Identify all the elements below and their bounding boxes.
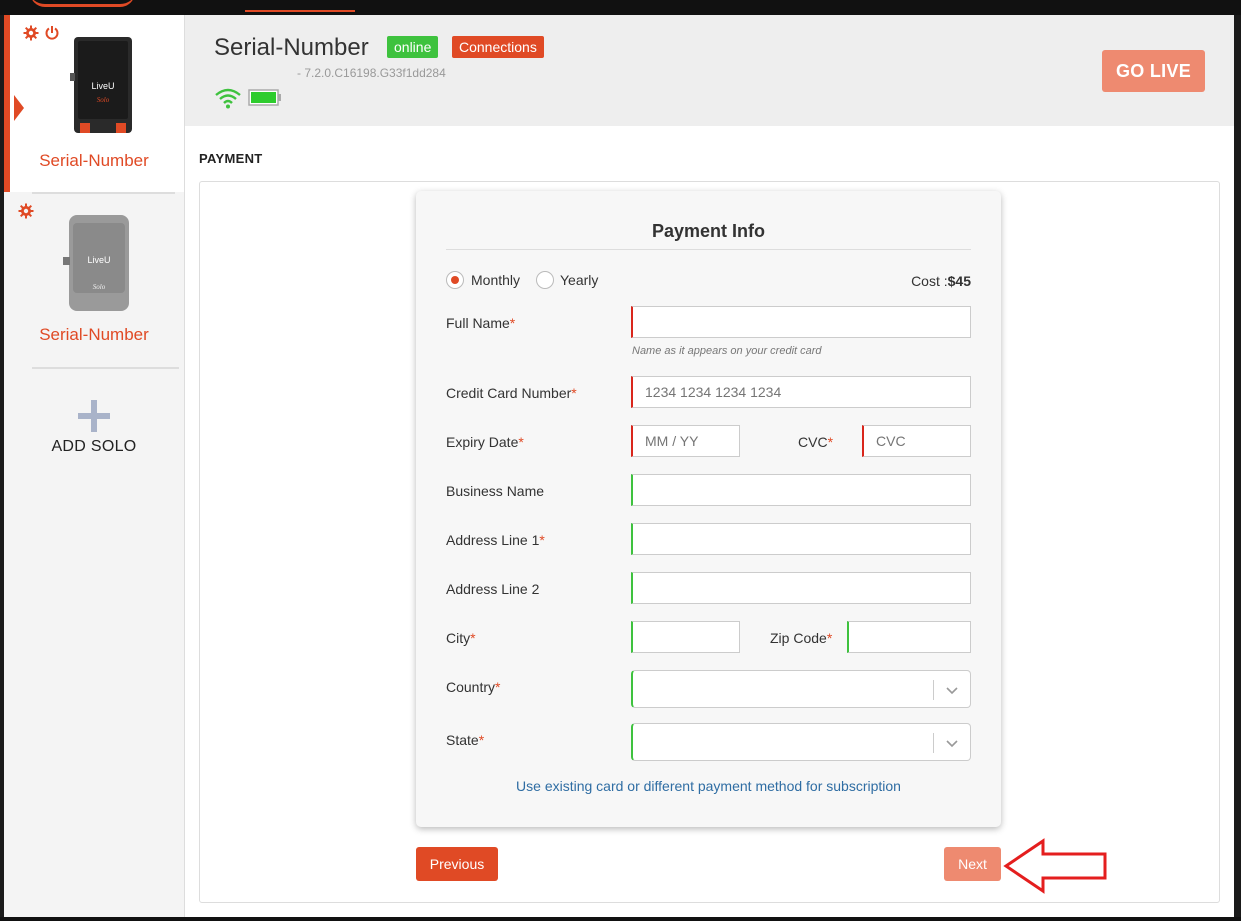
country-label: Country* xyxy=(446,679,501,695)
full-name-label: Full Name* xyxy=(446,315,516,331)
divider xyxy=(933,733,934,753)
device-header: Serial-Number online Connections - 7.2.0… xyxy=(185,15,1234,126)
full-name-hint: Name as it appears on your credit card xyxy=(632,345,822,357)
address-line-1-input[interactable] xyxy=(631,523,971,555)
liveu-solo-device-image: LiveU Solo xyxy=(70,37,132,133)
active-tab-indicator xyxy=(245,10,355,12)
active-indicator-arrow xyxy=(14,95,24,121)
business-name-label: Business Name xyxy=(446,483,545,499)
payment-info-title: Payment Info xyxy=(651,221,766,241)
device-name: Serial-Number xyxy=(214,34,369,61)
city-label: City* xyxy=(446,630,476,646)
wifi-icon xyxy=(215,88,241,109)
cost-label: Cost : xyxy=(911,273,948,289)
monthly-radio[interactable] xyxy=(446,271,464,289)
device-model-text: Solo xyxy=(97,96,110,104)
chevron-down-icon[interactable] xyxy=(944,682,960,698)
payment-info-card: Payment Info Monthly Yearly Cost :$45 Fu… xyxy=(416,191,1001,827)
divider xyxy=(446,249,971,250)
yearly-radio[interactable] xyxy=(536,271,554,289)
add-solo-button[interactable]: ADD SOLO xyxy=(4,400,184,456)
business-name-input[interactable] xyxy=(631,474,971,506)
address-line-2-label: Address Line 2 xyxy=(446,581,540,597)
brand-logo xyxy=(30,0,135,7)
main-content: PAYMENT Payment Info Monthly Yearly Cost… xyxy=(185,126,1234,917)
chevron-down-icon[interactable] xyxy=(944,735,960,751)
device-card-inactive[interactable]: LiveU Solo Serial-Number xyxy=(4,195,184,367)
plan-selector: Monthly Yearly xyxy=(446,271,971,293)
cvc-label: CVC* xyxy=(798,434,834,450)
divider xyxy=(933,680,934,700)
state-select[interactable] xyxy=(631,723,971,761)
go-live-button[interactable]: GO LIVE xyxy=(1102,50,1205,92)
device-brand-text: LiveU xyxy=(91,81,114,91)
monthly-label[interactable]: Monthly xyxy=(471,272,520,288)
cost-value: $45 xyxy=(947,273,971,289)
country-select[interactable] xyxy=(631,670,971,708)
gear-icon[interactable] xyxy=(23,25,39,41)
connections-badge[interactable]: Connections xyxy=(452,36,544,58)
device-label[interactable]: Serial-Number xyxy=(4,151,184,171)
card-number-label: Credit Card Number* xyxy=(446,385,577,401)
alt-payment-method-link[interactable]: Use existing card or different payment m… xyxy=(416,778,1001,794)
device-model-text: Solo xyxy=(93,283,106,291)
page-title: PAYMENT xyxy=(199,151,263,166)
address-line-2-input[interactable] xyxy=(631,572,971,604)
next-button[interactable]: Next xyxy=(944,847,1001,881)
previous-button[interactable]: Previous xyxy=(416,847,498,881)
device-sidebar: LiveU Solo Serial-Number LiveU Solo Seri… xyxy=(4,15,185,917)
liveu-solo-device-image: LiveU Solo xyxy=(63,215,129,311)
expiry-input[interactable] xyxy=(631,425,740,457)
yearly-label[interactable]: Yearly xyxy=(560,272,598,288)
zip-code-label: Zip Code* xyxy=(770,630,833,646)
zip-code-input[interactable] xyxy=(847,621,971,653)
device-brand-text: LiveU xyxy=(87,255,110,265)
full-name-input[interactable] xyxy=(631,306,971,338)
divider xyxy=(32,192,175,194)
window-edge xyxy=(0,917,1241,921)
add-solo-label: ADD SOLO xyxy=(51,438,137,455)
expiry-label: Expiry Date* xyxy=(446,434,524,450)
card-number-input[interactable] xyxy=(631,376,971,408)
address-line-1-label: Address Line 1* xyxy=(446,532,545,548)
gear-icon[interactable] xyxy=(18,203,34,219)
plus-icon xyxy=(78,400,110,432)
city-input[interactable] xyxy=(631,621,740,653)
red-arrow-annotation xyxy=(1003,838,1107,894)
device-card-active[interactable]: LiveU Solo Serial-Number xyxy=(4,15,184,192)
window-edge xyxy=(1234,15,1241,921)
firmware-version: - 7.2.0.C16198.G33f1dd284 xyxy=(297,66,446,80)
cvc-input[interactable] xyxy=(862,425,971,457)
cost-display: Cost :$45 xyxy=(911,273,971,289)
state-label: State* xyxy=(446,732,485,748)
battery-icon xyxy=(248,89,281,106)
top-nav-bar xyxy=(0,0,1241,15)
divider xyxy=(32,367,179,369)
device-label[interactable]: Serial-Number xyxy=(4,325,184,345)
power-icon[interactable] xyxy=(44,25,60,41)
online-badge: online xyxy=(387,36,439,58)
